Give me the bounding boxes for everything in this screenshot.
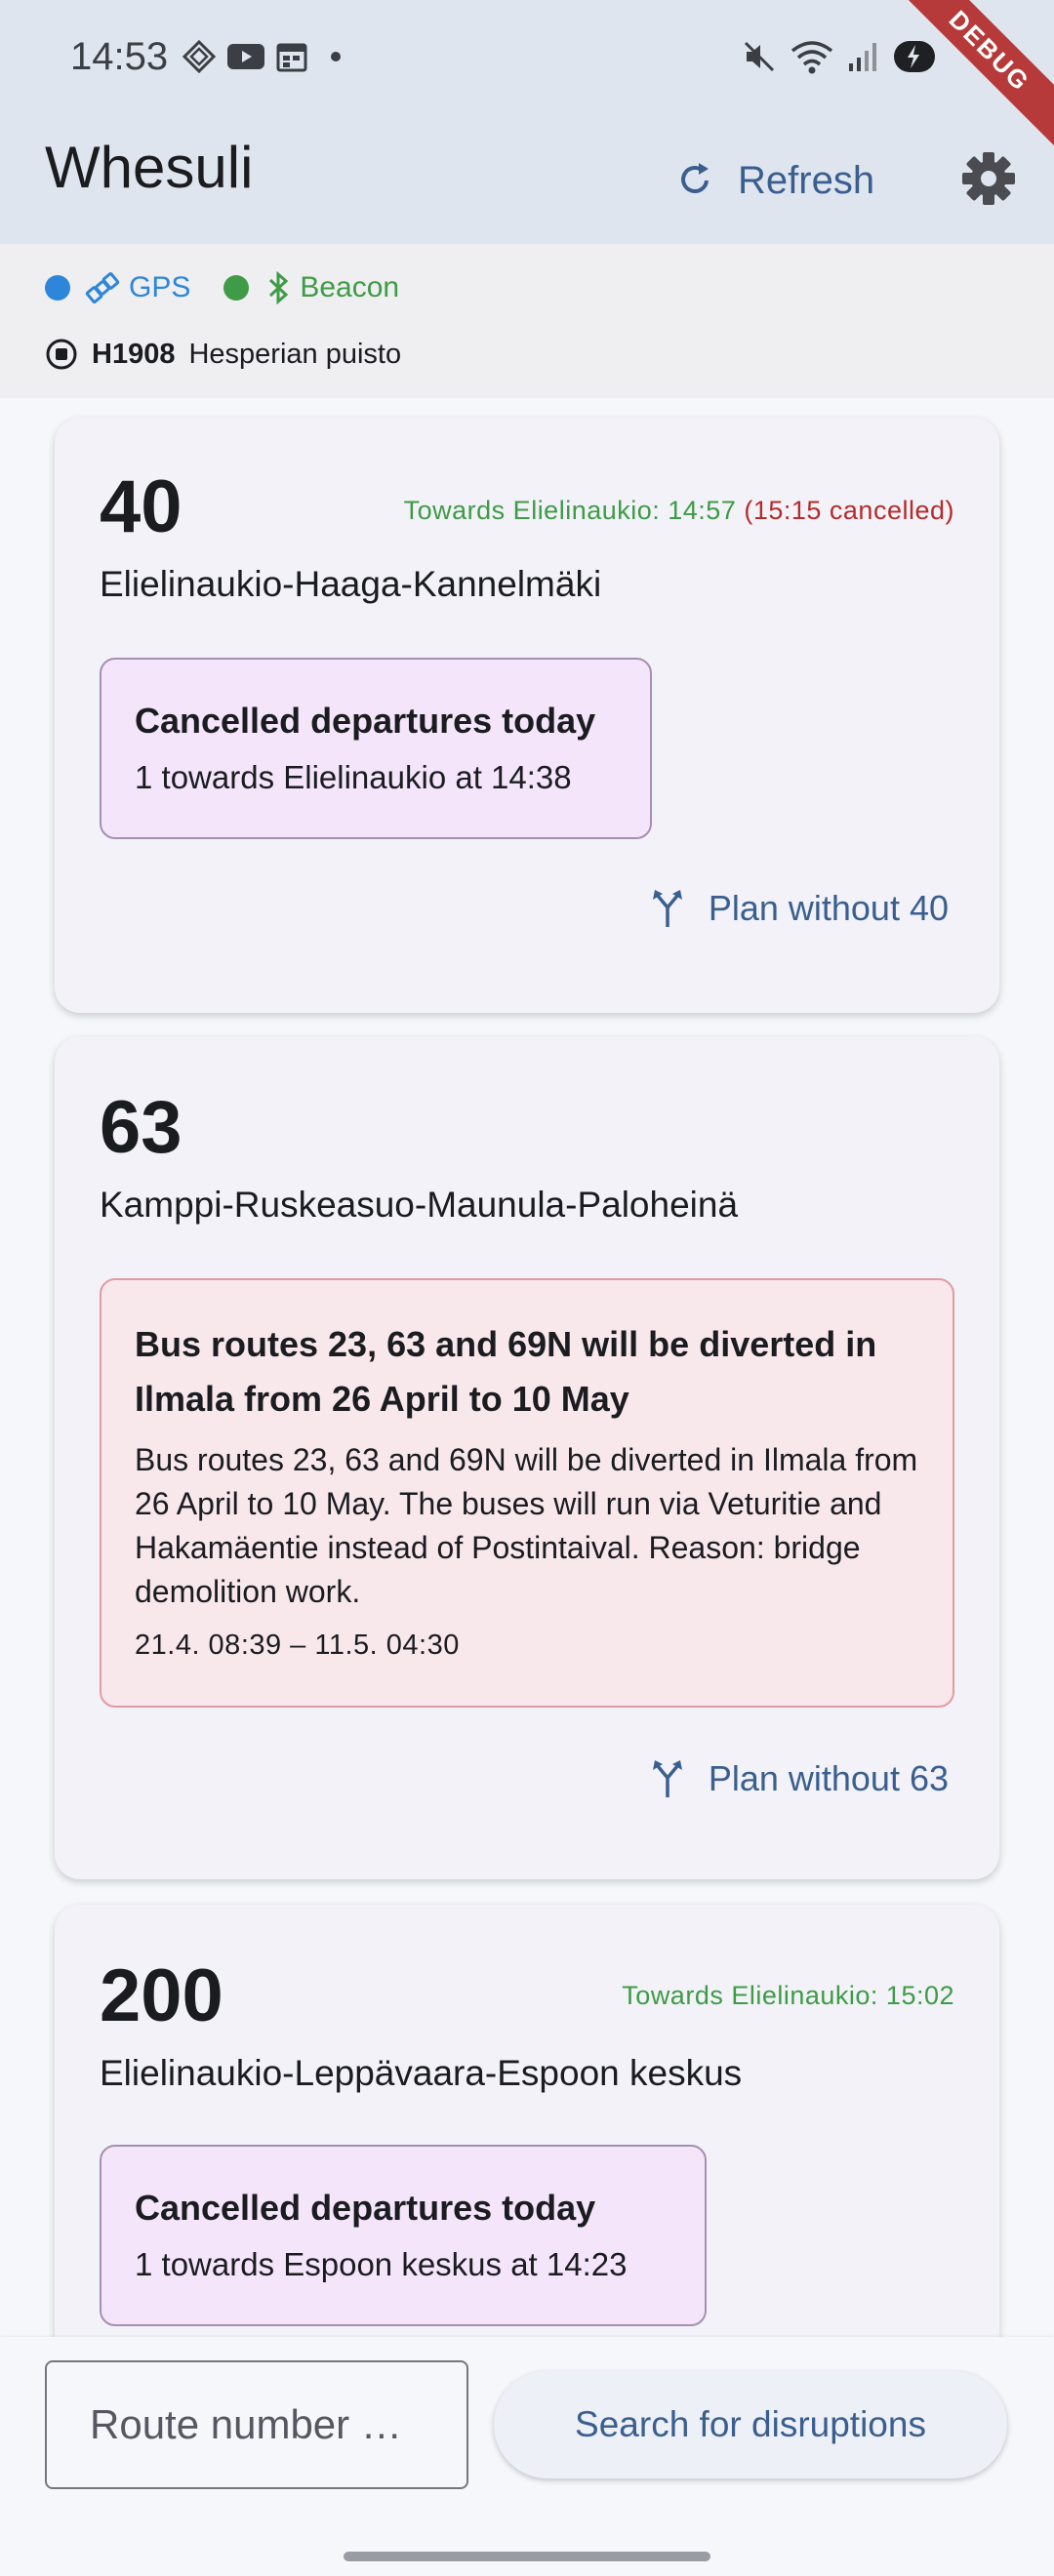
notification-icons [182, 39, 347, 74]
wifi-icon [790, 41, 833, 74]
gps-label: GPS [129, 271, 191, 303]
plan-without-route-button[interactable]: Plan without 63 [650, 1758, 949, 1799]
route-card-200: 200 Towards Elielinaukio: 15:02 Elielina… [55, 1905, 999, 2412]
route-card-40: 40 Towards Elielinaukio: 14:57 (15:15 ca… [55, 418, 999, 1013]
cancelled-title: Cancelled departures today [135, 701, 596, 741]
plan-without-route-button[interactable]: Plan without 40 [650, 888, 949, 929]
settings-button[interactable] [952, 141, 1026, 216]
next-departures: Towards Elielinaukio: 14:57 (15:15 cance… [404, 496, 954, 526]
cancelled-departures-box: Cancelled departures today 1 towards Esp… [100, 2145, 707, 2326]
alert-title: Bus routes 23, 63 and 69N will be divert… [135, 1324, 877, 1419]
route-number: 63 [100, 1086, 182, 1169]
cancelled-title: Cancelled departures today [135, 2188, 596, 2228]
fork-route-icon [652, 890, 682, 927]
calendar-icon [276, 43, 307, 72]
status-time: 14:53 [70, 35, 169, 78]
alert-body: Bus routes 23, 63 and 69N will be divert… [135, 1442, 918, 1609]
beacon-status-dot [223, 275, 250, 301]
bus-stop-icon [46, 339, 77, 370]
youtube-icon [227, 44, 264, 69]
current-stop: H1908 Hesperian puisto [45, 338, 401, 371]
plan-label: Plan without 40 [708, 888, 949, 928]
cancelled-departures-box: Cancelled departures today 1 towards Eli… [100, 658, 652, 839]
refresh-icon [681, 163, 709, 193]
top-bar: 14:53 DEBUG Whesuli Refresh [0, 0, 1054, 244]
route-name: Elielinaukio-Haaga-Kannelmäki [100, 564, 602, 604]
more-notifications-dot-icon [331, 52, 341, 61]
positioning-sources: GPS Beacon [45, 269, 399, 306]
satellite-icon [85, 272, 120, 303]
mute-icon [744, 41, 775, 72]
signal-icon [849, 43, 876, 71]
departure-time: Towards Elielinaukio: 15:02 [622, 1981, 954, 2010]
route-name: Kamppi-Ruskeasuo-Maunula-Paloheinä [100, 1185, 739, 1225]
gear-icon [962, 152, 1015, 205]
refresh-button[interactable]: Refresh [673, 141, 874, 220]
cancelled-line: 1 towards Elielinaukio at 14:38 [135, 759, 572, 795]
stop-name: Hesperian puisto [188, 338, 402, 370]
search-disruptions-button[interactable]: Search for disruptions [494, 2371, 1007, 2478]
gps-status-dot [45, 275, 70, 301]
battery-charging-icon [894, 41, 935, 72]
status-bar: 14:53 DEBUG [0, 0, 1054, 156]
stop-code: H1908 [92, 338, 176, 370]
location-status: GPS Beacon H1908 Hesperian puisto [0, 244, 1054, 398]
route-name: Elielinaukio-Leppävaara-Espoon keskus [100, 2053, 743, 2093]
app-title: Whesuli [45, 135, 254, 200]
route-number: 40 [100, 465, 182, 548]
alert-validity: 21.4. 08:39 – 11.5. 04:30 [135, 1630, 460, 1661]
cancelled-line: 1 towards Espoon keskus at 14:23 [135, 2246, 628, 2282]
fork-route-icon [652, 1760, 682, 1797]
search-bar: Search for disruptions [0, 2337, 1054, 2576]
cancelled-departure: (15:15 cancelled) [744, 496, 954, 525]
departure-time: Towards Elielinaukio: 14:57 [403, 496, 737, 525]
disruption-alert-box: Bus routes 23, 63 and 69N will be divert… [100, 1278, 954, 1708]
plan-label: Plan without 63 [708, 1758, 949, 1798]
route-card-63: 63 Kamppi-Ruskeasuo-Maunula-Paloheinä Bu… [55, 1036, 999, 1879]
beacon-label: Beacon [300, 271, 400, 303]
diamond-notification-icon [182, 39, 217, 74]
route-number: 200 [100, 1954, 223, 2037]
bluetooth-icon [269, 270, 289, 305]
refresh-label: Refresh [738, 158, 875, 202]
system-status-icons [742, 37, 937, 76]
home-indicator[interactable] [344, 2552, 710, 2561]
route-number-input[interactable] [45, 2360, 468, 2489]
app-bar: Whesuli Refresh [0, 112, 1054, 244]
